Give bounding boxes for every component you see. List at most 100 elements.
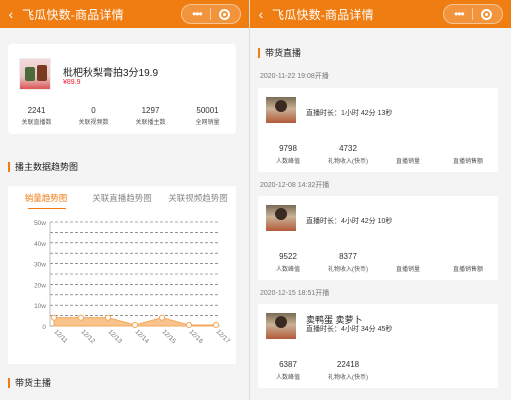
data-point <box>104 314 112 321</box>
streamer-section-header: 带货主播 <box>8 376 51 389</box>
product-name: 枇杷秋梨膏拍3分19.9 <box>63 68 159 79</box>
stat-peak-viewers: 9522 人数峰值 <box>258 252 318 273</box>
x-tick-label: 12/14 <box>134 328 151 345</box>
page-title: 飞瓜快数-商品详情 <box>22 7 124 22</box>
x-tick-label: 12/13 <box>107 328 124 345</box>
stat-label: 关联视频数 <box>78 120 109 126</box>
stat-value <box>438 252 498 262</box>
stat-label: 直播销量 <box>395 159 420 165</box>
live-thumbnail[interactable] <box>266 205 296 231</box>
section-title: 带货主播 <box>15 378 52 388</box>
stat-value: 9522 <box>279 252 297 261</box>
live-thumbnail[interactable] <box>266 97 296 123</box>
stat-live-count: 2241 关联直播数 <box>8 106 65 126</box>
y-tick-label: 30w <box>34 262 46 269</box>
x-tick-label: 12/12 <box>80 328 97 345</box>
product-card[interactable]: 枇杷秋梨膏拍3分19.9 ¥89.9 2241 关联直播数 0 关联视频数 12… <box>8 44 236 134</box>
stat-value <box>378 252 438 262</box>
live-duration: 直播时长：4小时 42分 10秒 <box>306 218 393 225</box>
mini-program-capsule: ••• <box>181 4 241 24</box>
stat-live-revenue: 直播销售额 <box>438 144 498 165</box>
stat-label: 礼物收入(快币) <box>328 267 368 273</box>
stat-label: 直播销售额 <box>452 159 483 165</box>
section-title: 带货直播 <box>265 48 302 58</box>
x-tick-label: 12/11 <box>53 328 69 344</box>
stat-value: 0 <box>91 106 96 115</box>
page-title: 飞瓜快数-商品详情 <box>272 7 374 22</box>
live-stats: 6387 人数峰值 22418 礼物收入(快币) <box>258 360 498 381</box>
section-accent-bar <box>258 47 260 58</box>
y-tick-label: 20w <box>34 282 46 289</box>
top-bar: ‹ 飞瓜快数-商品详情 ••• <box>0 0 249 28</box>
close-miniprogram-icon[interactable] <box>218 8 230 20</box>
stat-gift-income: 4732 礼物收入(快币) <box>318 144 378 165</box>
sales-trend-chart: 0 10w 20w 30w 40w 50w 12/11 12/12 12/13 12/14 12/1… <box>34 220 232 345</box>
stat-peak-viewers: 9798 人数峰值 <box>258 144 318 165</box>
x-tick-label: 12/15 <box>161 328 178 345</box>
live-duration: 直播时长：4小时 34分 45秒 <box>306 326 393 333</box>
right-screen: ‹ 飞瓜快数-商品详情 ••• 带货直播 2020-11-22 19:08开播 … <box>250 0 511 400</box>
live-date: 2020-12-15 18:51开播 <box>260 290 330 297</box>
live-card[interactable]: 卖鸭蛋 卖萝卜 直播时长：4小时 34分 45秒 6387 人数峰值 22418… <box>258 304 498 388</box>
y-tick-label: 10w <box>34 303 46 310</box>
left-screen: ‹ 飞瓜快数-商品详情 ••• 枇杷秋梨膏拍3分19.9 ¥89.9 2241 … <box>0 0 249 400</box>
live-card[interactable]: 直播时长：1小时 42分 13秒 9798 人数峰值 4732 礼物收入(快币)… <box>258 88 498 172</box>
product-image[interactable] <box>19 58 51 90</box>
more-icon[interactable]: ••• <box>192 8 203 20</box>
stat-live-sales: 直播销量 <box>378 144 438 165</box>
live-section-header: 带货直播 <box>258 46 301 59</box>
live-stats: 9522 人数峰值 8377 礼物收入(快币) 直播销量 直播销售额 <box>258 252 498 273</box>
data-point <box>158 314 166 321</box>
data-point <box>50 314 58 321</box>
stat-label: 人数峰值 <box>275 375 300 381</box>
stat-label: 人数峰值 <box>275 159 300 165</box>
live-card[interactable]: 直播时长：4小时 42分 10秒 9522 人数峰值 8377 礼物收入(快币)… <box>258 196 498 280</box>
section-accent-bar <box>8 161 10 172</box>
tab-live-trend[interactable]: 关联直播趋势图 <box>84 192 160 204</box>
back-arrow-icon[interactable]: ‹ <box>250 0 272 28</box>
stat-value: 9798 <box>279 144 297 153</box>
live-stats: 9798 人数峰值 4732 礼物收入(快币) 直播销量 直播销售额 <box>258 144 498 165</box>
stat-video-count: 0 关联视频数 <box>65 106 122 126</box>
data-point <box>185 321 193 329</box>
product-stats: 2241 关联直播数 0 关联视频数 1297 关联播主数 50001 全网销量 <box>8 106 236 126</box>
product-price: ¥89.9 <box>63 79 81 86</box>
back-arrow-icon[interactable]: ‹ <box>0 0 22 28</box>
y-tick-label: 40w <box>34 241 46 248</box>
live-duration: 直播时长：1小时 42分 13秒 <box>306 110 393 117</box>
data-point <box>212 321 220 329</box>
live-thumbnail[interactable] <box>266 313 296 339</box>
stat-label: 全网销量 <box>195 120 220 126</box>
stat-value: 2241 <box>27 106 46 115</box>
stat-live-revenue: 直播销售额 <box>438 252 498 273</box>
section-accent-bar <box>8 377 10 388</box>
stat-label: 人数峰值 <box>275 267 300 273</box>
stat-value: 50001 <box>196 106 219 115</box>
stat-value <box>378 144 438 154</box>
data-point <box>131 321 139 329</box>
stat-label: 直播销量 <box>395 267 420 273</box>
data-point <box>77 314 85 321</box>
live-date: 2020-12-08 14:32开播 <box>260 182 330 189</box>
tab-video-trend[interactable]: 关联视频趋势图 <box>160 192 236 204</box>
tab-sales-trend[interactable]: 销量趋势图 <box>8 192 84 204</box>
stat-value: 6387 <box>279 360 297 369</box>
close-miniprogram-icon[interactable] <box>480 8 492 20</box>
live-date: 2020-11-22 19:08开播 <box>260 73 329 80</box>
more-icon[interactable]: ••• <box>454 8 465 20</box>
stat-streamer-count: 1297 关联播主数 <box>122 106 179 126</box>
capsule-divider <box>209 8 211 20</box>
stat-value: 1297 <box>141 106 160 115</box>
stat-label: 直播销售额 <box>452 267 483 273</box>
y-tick-label: 50w <box>34 220 46 227</box>
stat-label: 礼物收入(快币) <box>328 159 368 165</box>
x-tick-label: 12/17 <box>215 328 232 345</box>
stat-live-sales: 直播销量 <box>378 252 438 273</box>
stat-total-sales: 50001 全网销量 <box>179 106 236 126</box>
stat-value <box>438 144 498 154</box>
x-tick-label: 12/16 <box>188 328 205 345</box>
top-bar: ‹ 飞瓜快数-商品详情 ••• <box>250 0 511 28</box>
stat-label: 关联直播数 <box>21 120 52 126</box>
stat-value: 8377 <box>339 252 357 261</box>
stat-value: 22418 <box>336 360 360 369</box>
